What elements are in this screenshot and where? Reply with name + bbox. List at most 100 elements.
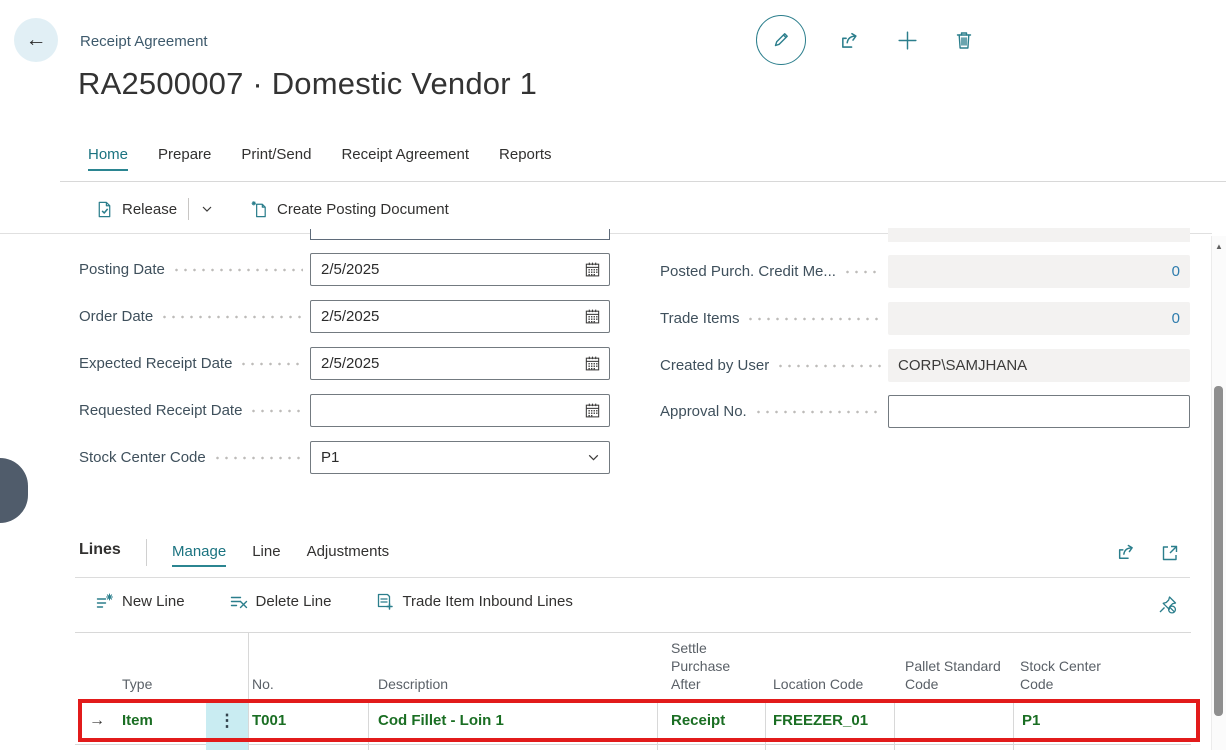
release-button[interactable]: Release: [95, 200, 177, 219]
cell-location-code[interactable]: FREEZER_01: [773, 700, 868, 742]
page-title: RA2500007 · Domestic Vendor 1: [78, 66, 537, 102]
field-expected-receipt-date: Expected Receipt Date 2/5/2025: [79, 347, 610, 380]
lines-section-title: Lines: [79, 541, 121, 559]
tab-reports[interactable]: Reports: [499, 146, 552, 171]
delete-line-button[interactable]: Delete Line: [229, 592, 332, 611]
edit-button[interactable]: [756, 15, 806, 65]
created-by-user-label: Created by User: [660, 357, 769, 374]
header-actions: [756, 14, 975, 66]
posting-date-value: 2/5/2025: [311, 261, 584, 278]
document-sparkle-icon: [250, 200, 269, 219]
new-line-button[interactable]: New Line: [95, 592, 185, 611]
col-header-location-code[interactable]: Location Code: [773, 675, 898, 693]
lines-tab-manage[interactable]: Manage: [172, 543, 226, 567]
calendar-icon[interactable]: [584, 355, 601, 372]
cell-no[interactable]: T001: [252, 700, 286, 742]
stock-center-code-value: P1: [311, 449, 586, 466]
cell-settle-purchase-after[interactable]: Receipt: [671, 700, 725, 742]
lines-open-in-new-button[interactable]: [1160, 543, 1180, 563]
new-line-label: New Line: [122, 593, 185, 610]
share-icon: [839, 29, 862, 52]
lines-share-button[interactable]: [1116, 541, 1138, 563]
tab-print-send[interactable]: Print/Send: [241, 146, 311, 171]
trade-items-label: Trade Items: [660, 310, 739, 327]
delete-button[interactable]: [953, 29, 975, 51]
lines-actions: New Line Delete Line Trade Item Inbound …: [95, 592, 573, 611]
col-header-settle-purchase-after[interactable]: Settle Purchase After: [671, 639, 759, 693]
cell-description[interactable]: Cod Fillet - Loin 1: [378, 700, 504, 742]
cell-type[interactable]: Item: [122, 700, 153, 742]
chevron-down-icon[interactable]: [586, 450, 601, 465]
posted-purch-credit-value[interactable]: 0: [888, 263, 1190, 280]
chevron-down-icon: [200, 202, 214, 216]
tab-home[interactable]: Home: [88, 146, 128, 171]
page-caption: Receipt Agreement: [80, 33, 208, 50]
trade-item-inbound-lines-button[interactable]: Trade Item Inbound Lines: [375, 592, 572, 611]
expected-receipt-date-label: Expected Receipt Date: [79, 355, 232, 372]
dotted-leader: [213, 441, 303, 474]
open-in-new-window-icon: [1160, 543, 1180, 563]
posted-purch-credit-field: 0: [888, 255, 1190, 288]
scrollbar-thumb[interactable]: [1214, 386, 1223, 716]
tab-receipt-agreement[interactable]: Receipt Agreement: [341, 146, 469, 171]
back-button[interactable]: [14, 18, 58, 62]
trade-item-inbound-lines-label: Trade Item Inbound Lines: [402, 593, 572, 610]
stock-center-code-select[interactable]: P1: [310, 441, 610, 474]
delete-line-icon: [229, 592, 248, 611]
calendar-icon[interactable]: [584, 261, 601, 278]
dotted-leader: [160, 300, 303, 333]
share-button[interactable]: [839, 29, 862, 52]
field-posted-purch-credit: Posted Purch. Credit Me... 0: [660, 255, 1190, 288]
scrollbar-up-arrow-icon[interactable]: [1212, 242, 1226, 251]
table-row: Item T001 Cod Fillet - Loin 1 Receipt FR…: [75, 700, 1191, 742]
side-panel-handle[interactable]: [0, 458, 28, 523]
dotted-leader: [172, 253, 303, 286]
tabs-divider: [60, 181, 1226, 182]
trade-items-value[interactable]: 0: [888, 310, 1190, 327]
posting-date-input[interactable]: 2/5/2025: [310, 253, 610, 286]
approval-no-label: Approval No.: [660, 403, 747, 420]
ribbon-tabs: Home Prepare Print/Send Receipt Agreemen…: [88, 146, 552, 171]
order-date-input[interactable]: 2/5/2025: [310, 300, 610, 333]
dotted-leader: [754, 395, 881, 428]
col-header-pallet-standard-code[interactable]: Pallet Standard Code: [905, 657, 1017, 693]
field-requested-receipt-date: Requested Receipt Date: [79, 394, 610, 427]
new-button[interactable]: [895, 28, 920, 53]
expected-receipt-date-value: 2/5/2025: [311, 355, 584, 372]
col-header-no[interactable]: No.: [252, 675, 274, 693]
plus-icon: [895, 28, 920, 53]
vertical-scrollbar[interactable]: [1211, 236, 1226, 750]
lines-tab-line[interactable]: Line: [252, 543, 280, 567]
approval-no-input[interactable]: [888, 395, 1190, 428]
requested-receipt-date-input[interactable]: [310, 394, 610, 427]
col-header-type[interactable]: Type: [122, 675, 152, 693]
calendar-icon[interactable]: [584, 402, 601, 419]
action-divider: [188, 198, 189, 220]
dotted-leader: [776, 349, 881, 382]
lines-tab-adjustments[interactable]: Adjustments: [307, 543, 390, 567]
pencil-icon: [770, 29, 792, 51]
grid-header: Type No. Description Settle Purchase Aft…: [75, 632, 1191, 700]
field-created-by-user: Created by User CORP\SAMJHANA: [660, 349, 1190, 382]
calendar-icon[interactable]: [584, 308, 601, 325]
release-split-button[interactable]: [200, 202, 214, 216]
partial-field-left[interactable]: [310, 229, 610, 240]
field-stock-center-code: Stock Center Code P1: [79, 441, 610, 474]
lines-tabs: Manage Line Adjustments: [172, 543, 389, 567]
requested-receipt-date-label: Requested Receipt Date: [79, 402, 242, 419]
active-row-indicator-icon: [89, 700, 105, 742]
dotted-leader: [843, 255, 881, 288]
created-by-user-field: CORP\SAMJHANA: [888, 349, 1190, 382]
unpin-button[interactable]: [1157, 594, 1179, 616]
create-posting-document-button[interactable]: Create Posting Document: [250, 200, 449, 219]
col-header-stock-center-code[interactable]: Stock Center Code: [1020, 657, 1125, 693]
field-posting-date: Posting Date 2/5/2025: [79, 253, 610, 286]
expected-receipt-date-input[interactable]: 2/5/2025: [310, 347, 610, 380]
dotted-leader: [746, 302, 881, 335]
col-header-description[interactable]: Description: [378, 675, 448, 693]
dotted-leader: [249, 394, 303, 427]
cell-stock-center-code[interactable]: P1: [1022, 700, 1040, 742]
trash-icon: [953, 29, 975, 51]
tab-prepare[interactable]: Prepare: [158, 146, 211, 171]
new-line-icon: [95, 592, 114, 611]
